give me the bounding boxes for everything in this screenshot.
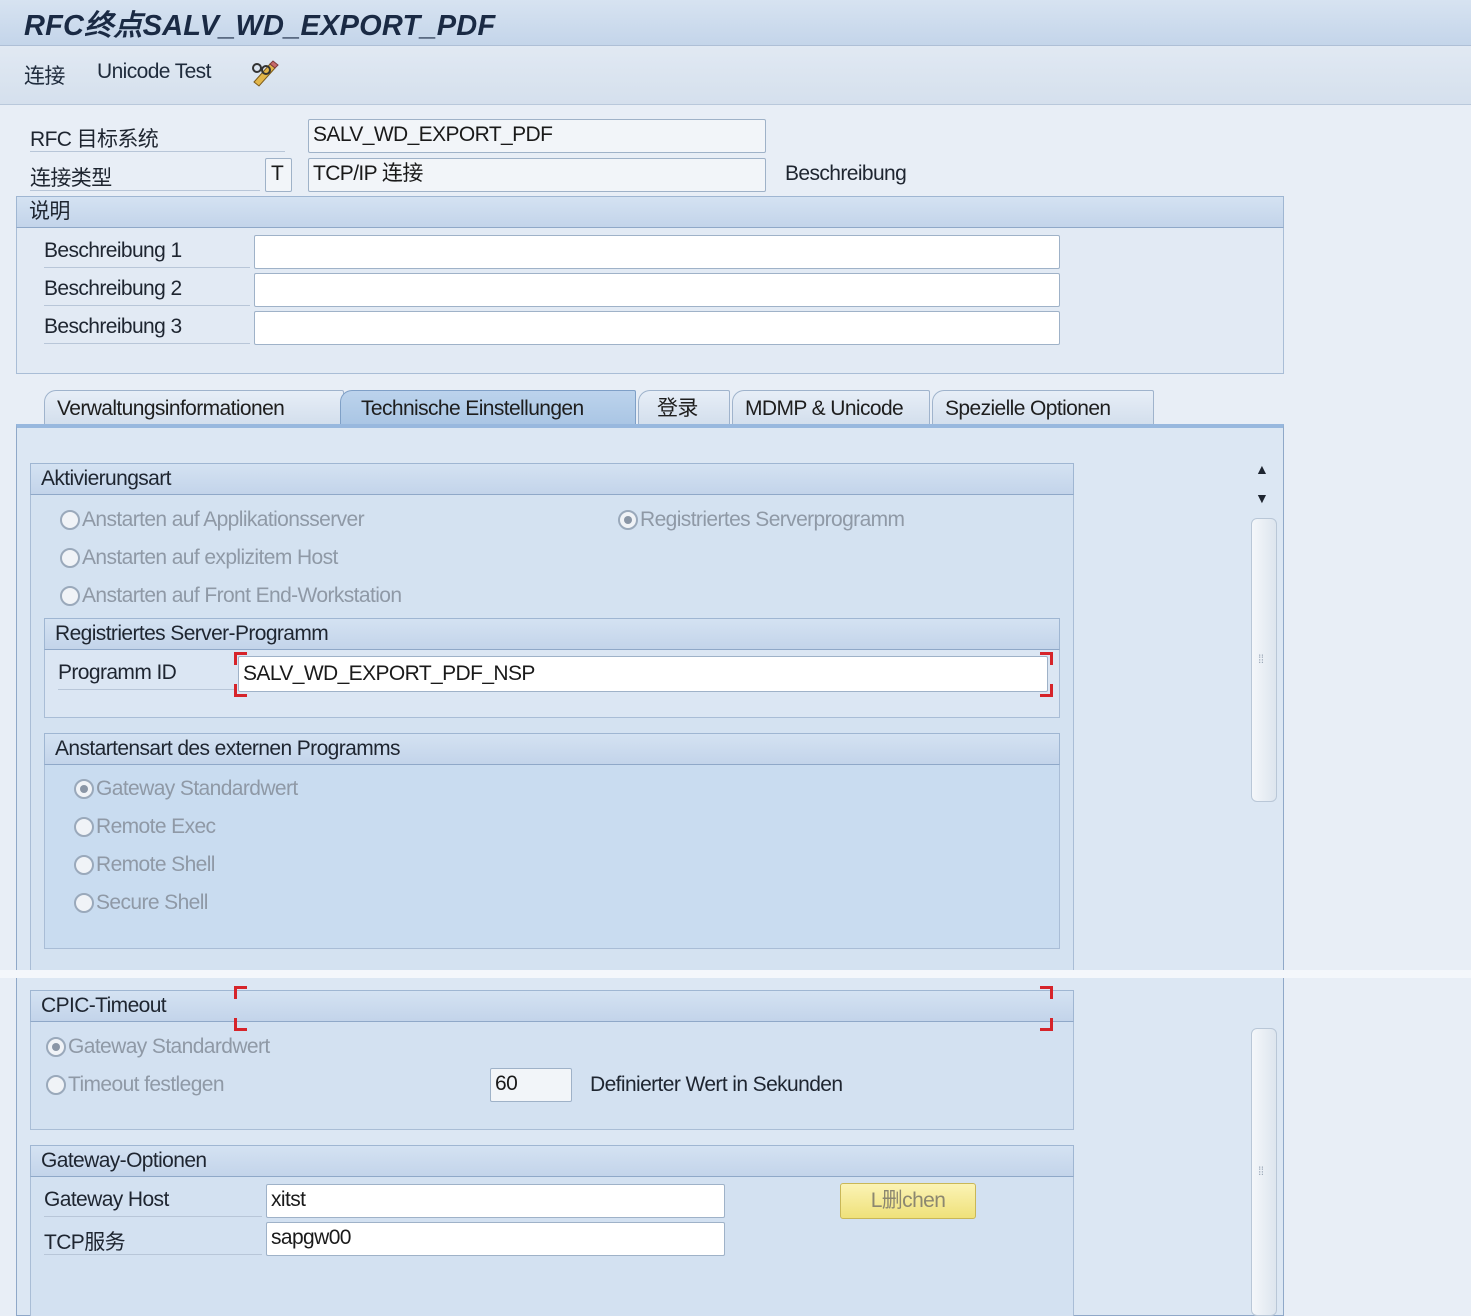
- rfc-target-field[interactable]: SALV_WD_EXPORT_PDF: [308, 119, 766, 153]
- focus-corner-marker: [1040, 684, 1053, 697]
- description-group-title: 说明: [16, 196, 1284, 228]
- radio-timeout-set[interactable]: Timeout festlegen: [46, 1073, 225, 1097]
- radio-indicator: [46, 1075, 66, 1096]
- description-caption: Beschreibung: [785, 162, 907, 185]
- scroll-up-icon[interactable]: ▲: [1255, 461, 1269, 477]
- radio-label: Secure Shell: [96, 891, 208, 914]
- focus-corner-marker: [234, 986, 247, 999]
- program-id-input[interactable]: SALV_WD_EXPORT_PDF_NSP: [238, 656, 1048, 692]
- focus-corner-marker: [234, 1018, 247, 1031]
- radio-label: Anstarten auf explizitem Host: [82, 546, 338, 569]
- radio-indicator: [46, 1037, 66, 1058]
- scrollbar-grip-icon: ⁞⁞: [1258, 652, 1264, 666]
- radio-label: Timeout festlegen: [68, 1073, 225, 1096]
- tab-login[interactable]: 登录: [638, 390, 730, 426]
- radio-indicator: [618, 510, 638, 531]
- timeout-seconds-input[interactable]: 60: [490, 1068, 572, 1102]
- connection-type-field[interactable]: TCP/IP 连接: [308, 158, 766, 192]
- window-title: RFC终点SALV_WD_EXPORT_PDF: [24, 10, 496, 42]
- radio-label: Remote Exec: [96, 815, 216, 838]
- pencil-glasses-icon[interactable]: [248, 58, 280, 88]
- connection-button[interactable]: 连接: [24, 60, 65, 90]
- description-2-label: Beschreibung 2: [44, 277, 250, 306]
- radio-indicator: [74, 893, 94, 914]
- rfc-target-label: RFC 目标系统: [30, 123, 285, 152]
- tcp-service-input[interactable]: sapgw00: [266, 1222, 725, 1256]
- tcp-service-label: TCP服务: [44, 1226, 262, 1255]
- tab-spezielle-optionen[interactable]: Spezielle Optionen: [932, 390, 1154, 426]
- cpic-timeout-group-title: CPIC-Timeout: [30, 990, 1074, 1022]
- gateway-host-label: Gateway Host: [44, 1188, 262, 1217]
- start-type-group-title: Anstartensart des externen Programms: [44, 733, 1060, 765]
- radio-registered-server-program[interactable]: Registriertes Serverprogramm: [618, 508, 905, 532]
- description-3-label: Beschreibung 3: [44, 315, 250, 344]
- tab-verwaltungsinformationen[interactable]: Verwaltungsinformationen: [44, 390, 344, 426]
- radio-explicit-host[interactable]: Anstarten auf explizitem Host: [60, 546, 338, 570]
- description-1-input[interactable]: [254, 235, 1060, 269]
- scroll-down-icon[interactable]: ▼: [1255, 490, 1269, 506]
- timeout-caption: Definierter Wert in Sekunden: [590, 1073, 843, 1096]
- radio-label: Gateway Standardwert: [96, 777, 298, 800]
- connection-type-code-field[interactable]: T: [265, 158, 292, 192]
- radio-indicator: [74, 817, 94, 838]
- focus-corner-marker: [1040, 1018, 1053, 1031]
- activation-group-title: Aktivierungsart: [30, 463, 1074, 495]
- radio-indicator: [60, 586, 80, 607]
- registered-server-group-title: Registriertes Server-Programm: [44, 618, 1060, 650]
- radio-label: Gateway Standardwert: [68, 1035, 270, 1058]
- radio-indicator: [60, 510, 80, 531]
- radio-label: Registriertes Serverprogramm: [640, 508, 905, 531]
- focus-corner-marker: [234, 684, 247, 697]
- radio-indicator: [74, 855, 94, 876]
- radio-front-end-workstation[interactable]: Anstarten auf Front End-Workstation: [60, 584, 402, 608]
- radio-label: Remote Shell: [96, 853, 215, 876]
- focus-corner-marker: [1040, 986, 1053, 999]
- description-3-input[interactable]: [254, 311, 1060, 345]
- scrollbar-thumb[interactable]: [1251, 518, 1277, 802]
- radio-secure-shell[interactable]: Secure Shell: [74, 891, 208, 915]
- radio-indicator: [74, 779, 94, 800]
- unicode-test-button[interactable]: Unicode Test: [97, 60, 211, 84]
- connection-type-label: 连接类型: [30, 162, 260, 191]
- start-type-group: [44, 733, 1060, 949]
- description-2-input[interactable]: [254, 273, 1060, 307]
- stitch-seam: [0, 970, 1471, 978]
- gateway-host-input[interactable]: xitst: [266, 1184, 725, 1218]
- radio-gateway-default[interactable]: Gateway Standardwert: [74, 777, 298, 801]
- program-id-label: Programm ID: [58, 661, 234, 690]
- focus-corner-marker: [1040, 652, 1053, 665]
- application-toolbar: [0, 46, 1471, 105]
- radio-remote-shell[interactable]: Remote Shell: [74, 853, 215, 877]
- scrollbar-thumb-lower[interactable]: [1251, 1028, 1277, 1316]
- focus-corner-marker: [234, 652, 247, 665]
- radio-label: Anstarten auf Applikationsserver: [82, 508, 365, 531]
- radio-remote-exec[interactable]: Remote Exec: [74, 815, 216, 839]
- scrollbar-grip-icon: ⁞⁞: [1258, 1164, 1264, 1178]
- tab-mdmp-unicode[interactable]: MDMP & Unicode: [732, 390, 930, 426]
- radio-application-server[interactable]: Anstarten auf Applikationsserver: [60, 508, 365, 532]
- delete-button[interactable]: L删chen: [840, 1183, 976, 1219]
- gateway-options-group-title: Gateway-Optionen: [30, 1145, 1074, 1177]
- tab-technische-einstellungen[interactable]: Technische Einstellungen: [340, 390, 636, 426]
- radio-label: Anstarten auf Front End-Workstation: [82, 584, 402, 607]
- description-1-label: Beschreibung 1: [44, 239, 250, 268]
- radio-cpic-gateway-default[interactable]: Gateway Standardwert: [46, 1035, 270, 1059]
- radio-indicator: [60, 548, 80, 569]
